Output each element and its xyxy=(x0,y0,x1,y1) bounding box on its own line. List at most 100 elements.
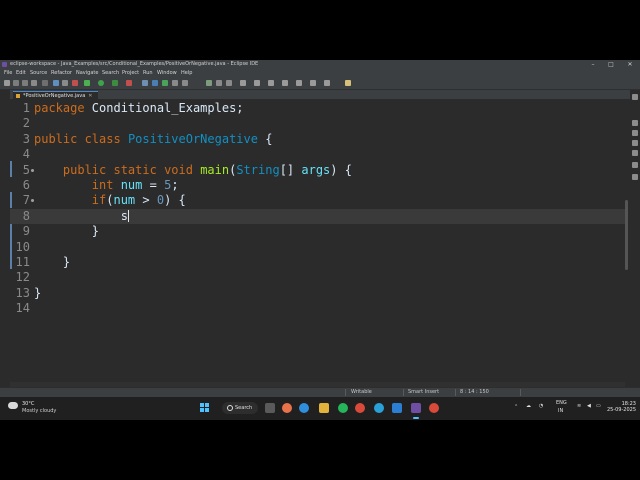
vertical-scrollbar[interactable] xyxy=(625,200,628,270)
new-class-icon[interactable] xyxy=(162,80,168,86)
volume-tray-icon[interactable]: ◔ xyxy=(539,403,543,409)
navigate-icon[interactable] xyxy=(310,80,316,86)
code-line[interactable]: 10 xyxy=(10,240,625,255)
code-line[interactable]: 1 package Conditional_Examples; xyxy=(10,101,625,116)
menu-file[interactable]: File xyxy=(4,69,12,78)
save-icon[interactable] xyxy=(13,80,19,86)
cloud-icon[interactable] xyxy=(8,402,18,409)
print-icon[interactable] xyxy=(31,80,37,86)
weather-condition[interactable]: Mostly cloudy xyxy=(22,408,56,414)
code-line[interactable]: 11 } xyxy=(10,255,625,270)
maximize-button[interactable]: □ xyxy=(601,60,621,69)
open-folder-icon[interactable] xyxy=(345,80,351,86)
code-line[interactable]: 7 if(num > 0) { xyxy=(10,193,625,208)
code-line[interactable]: 4 xyxy=(10,147,625,162)
maximize-view-icon[interactable] xyxy=(632,94,638,100)
code-line[interactable]: 6 int num = 5; xyxy=(10,178,625,193)
tray-overflow-icon[interactable]: ⌃ xyxy=(514,404,518,410)
search-tool-icon[interactable] xyxy=(182,80,188,86)
code-token: { xyxy=(257,131,273,146)
external-tools-icon[interactable] xyxy=(126,80,132,86)
editor-tab-row: *PositiveOrNegative.java ✕ xyxy=(10,90,630,100)
new-icon[interactable] xyxy=(4,80,10,86)
onedrive-icon[interactable]: ☁ xyxy=(526,403,531,409)
menu-window[interactable]: Window xyxy=(157,69,177,78)
speaker-icon[interactable]: ◀ xyxy=(587,403,591,409)
windows-start-icon[interactable] xyxy=(200,403,210,413)
menu-refactor[interactable]: Refactor xyxy=(51,69,72,78)
outline-icon[interactable] xyxy=(632,120,638,126)
code-line[interactable]: 14 xyxy=(10,301,625,316)
terminal-icon[interactable] xyxy=(42,80,48,86)
vscode-icon[interactable] xyxy=(392,403,402,413)
code-line[interactable]: 9 } xyxy=(10,224,625,239)
new-java-project-icon[interactable] xyxy=(142,80,148,86)
menu-search[interactable]: Search xyxy=(102,69,119,78)
next-annotation-icon[interactable] xyxy=(226,80,232,86)
taskbar-search-box[interactable]: Search xyxy=(222,402,258,414)
forward-icon[interactable] xyxy=(254,80,260,86)
menu-run[interactable]: Run xyxy=(143,69,153,78)
region-indicator[interactable]: IN xyxy=(558,408,563,414)
title-bar: eclipse-workspace - Java_Examples/src/Co… xyxy=(0,60,640,69)
code-line[interactable]: 12 xyxy=(10,270,625,285)
save-all-icon[interactable] xyxy=(22,80,28,86)
eclipse-taskbar-icon[interactable] xyxy=(411,403,421,413)
code-text: } xyxy=(34,255,70,270)
code-token: Conditional_Examples; xyxy=(91,101,244,115)
active-app-indicator xyxy=(413,417,419,419)
close-button[interactable]: ✕ xyxy=(620,60,640,69)
last-edit-icon[interactable] xyxy=(268,80,274,86)
coverage-icon[interactable] xyxy=(112,80,118,86)
file-explorer-icon[interactable] xyxy=(319,403,329,413)
copilot-icon[interactable] xyxy=(282,403,292,413)
code-line[interactable]: 2 xyxy=(10,116,625,131)
menu-help[interactable]: Help xyxy=(181,69,192,78)
java-perspective-icon[interactable] xyxy=(632,174,638,180)
line-number: 1 xyxy=(22,101,30,115)
code-token: PositiveOrNegative xyxy=(127,131,258,146)
menu-edit[interactable]: Edit xyxy=(16,69,26,78)
task-view-icon[interactable] xyxy=(265,403,275,413)
code-editor[interactable]: 1 package Conditional_Examples; 2 3 public c… xyxy=(10,99,625,387)
problems-icon[interactable] xyxy=(632,140,638,146)
history-icon[interactable] xyxy=(282,80,288,86)
link-icon[interactable] xyxy=(324,80,330,86)
whatsapp-icon[interactable] xyxy=(338,403,348,413)
debug-icon[interactable] xyxy=(84,80,90,86)
code-line[interactable]: 5 public static void main(String[] args)… xyxy=(10,163,625,178)
code-line[interactable]: 3 public class PositiveOrNegative { xyxy=(10,132,625,147)
telegram-icon[interactable] xyxy=(374,403,384,413)
line-number: 3 xyxy=(22,131,30,146)
screen-recorder-icon[interactable] xyxy=(429,403,439,413)
code-text: } xyxy=(34,224,99,239)
run-icon[interactable] xyxy=(98,80,104,86)
perspective-icon[interactable] xyxy=(632,162,638,168)
menu-project[interactable]: Project xyxy=(122,69,139,78)
edge-icon[interactable] xyxy=(299,403,309,413)
code-line[interactable]: 8 s xyxy=(10,208,625,224)
menu-source[interactable]: Source xyxy=(30,69,47,78)
code-line[interactable]: 13} xyxy=(10,286,625,301)
stop-icon[interactable] xyxy=(72,80,78,86)
weather-temperature[interactable]: 30°C xyxy=(22,401,34,407)
back-icon[interactable] xyxy=(240,80,246,86)
minimize-button[interactable]: – xyxy=(583,60,603,69)
chrome-icon[interactable] xyxy=(355,403,365,413)
skip-icon[interactable] xyxy=(62,80,68,86)
annotation-icon[interactable] xyxy=(216,80,222,86)
toggle-mark-icon[interactable] xyxy=(206,80,212,86)
text-cursor xyxy=(127,209,129,222)
console-icon[interactable] xyxy=(632,150,638,156)
debug-config-icon[interactable] xyxy=(53,80,59,86)
pin-icon[interactable] xyxy=(296,80,302,86)
open-type-icon[interactable] xyxy=(172,80,178,86)
wifi-icon[interactable]: ≋ xyxy=(577,403,581,409)
task-list-icon[interactable] xyxy=(632,130,638,136)
new-package-icon[interactable] xyxy=(152,80,158,86)
taskbar-clock[interactable]: 18:23 25-09-2025 xyxy=(606,401,636,413)
language-indicator[interactable]: ENG xyxy=(556,400,567,406)
menu-navigate[interactable]: Navigate xyxy=(76,69,98,78)
battery-icon[interactable]: ▭ xyxy=(596,403,601,409)
code-token: int xyxy=(34,178,121,192)
